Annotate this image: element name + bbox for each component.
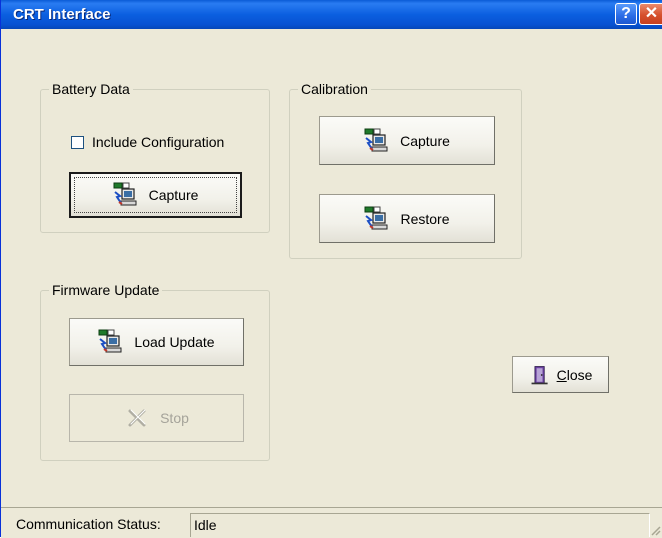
calibration-restore-label: Restore — [400, 210, 450, 227]
include-configuration-checkbox-row[interactable]: Include Configuration — [71, 134, 224, 150]
close-icon[interactable]: ✕ — [639, 3, 662, 25]
battery-capture-button[interactable]: Capture — [69, 172, 242, 218]
window-title: CRT Interface — [13, 6, 111, 23]
computer-transfer-icon — [98, 329, 122, 353]
status-bar: Communication Status: Idle — [1, 507, 662, 538]
stop-label: Stop — [160, 410, 189, 426]
stop-x-icon — [128, 409, 146, 427]
calibration-capture-button[interactable]: Capture — [319, 116, 495, 165]
crt-interface-window: CRT Interface ? ✕ Battery Data Include C… — [0, 0, 662, 538]
include-configuration-checkbox[interactable] — [71, 135, 84, 149]
calibration-capture-label: Capture — [400, 132, 450, 149]
battery-data-label: Battery Data — [49, 81, 133, 97]
title-bar[interactable]: CRT Interface ? ✕ — [1, 0, 662, 29]
firmware-update-label: Firmware Update — [49, 282, 163, 298]
battery-capture-label: Capture — [148, 187, 199, 203]
help-icon[interactable]: ? — [615, 3, 637, 25]
calibration-restore-button[interactable]: Restore — [319, 194, 495, 243]
status-value: Idle — [190, 513, 650, 537]
door-exit-icon — [531, 365, 548, 384]
close-label-rest: lose — [566, 366, 593, 383]
load-update-button[interactable]: Load Update — [69, 318, 244, 366]
status-label: Communication Status: — [16, 516, 161, 532]
computer-transfer-icon — [364, 128, 388, 151]
close-button[interactable]: Close — [512, 356, 609, 393]
include-configuration-label: Include Configuration — [92, 134, 225, 150]
close-label-mnemonic: C — [556, 366, 567, 383]
stop-button[interactable]: Stop — [69, 394, 244, 442]
computer-transfer-icon — [113, 182, 137, 206]
load-update-label: Load Update — [134, 334, 215, 350]
resize-grip-icon[interactable] — [649, 524, 661, 536]
close-label: Close — [557, 367, 593, 383]
computer-transfer-icon — [364, 206, 388, 229]
calibration-label: Calibration — [298, 81, 371, 97]
